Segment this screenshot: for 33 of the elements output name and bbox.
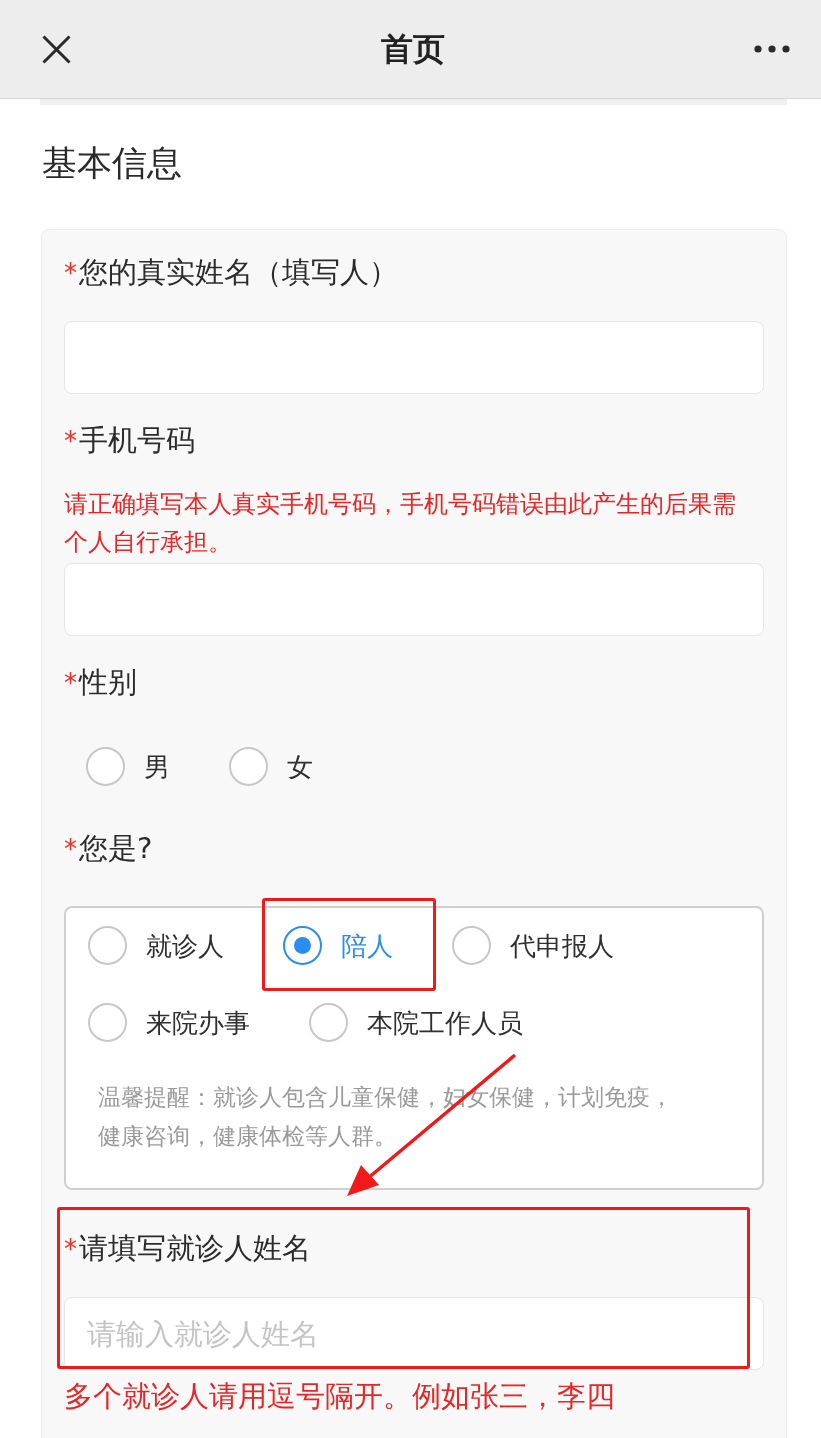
more-icon[interactable] [754,45,790,53]
radio-button[interactable] [88,926,127,965]
radio-button[interactable] [309,1003,348,1042]
text-input[interactable]: 请输入就诊人姓名 [64,1297,764,1370]
radio-button[interactable] [452,926,491,965]
option-label: 男 [144,750,170,784]
required-mark: * [64,425,77,458]
option-label: 代申报人 [510,929,614,963]
field-label: 手机号码 [79,422,195,459]
radio-button[interactable] [229,747,268,786]
text-input[interactable] [64,321,764,394]
field-label: 您的真实姓名（填写人） [79,254,398,291]
field-hint: 多个就诊人请用逗号隔开。例如张三，李四 [64,1378,616,1415]
option-label: 来院办事 [146,1006,250,1040]
radio-button[interactable] [86,747,125,786]
section-title: 基本信息 [42,142,182,185]
required-mark: * [64,833,77,866]
option-label: 就诊人 [146,929,224,963]
option-label: 陪人 [341,929,393,963]
field-label: 请填写就诊人姓名 [79,1230,311,1267]
required-mark: * [64,1233,77,1266]
radio-button[interactable] [283,926,322,965]
text-input[interactable] [64,563,764,636]
field-label: 您是? [79,830,153,867]
close-icon[interactable] [42,34,71,64]
field-label: 性别 [79,664,137,701]
field-note: 请正确填写本人真实手机号码，手机号码错误由此产生的后果需个人自行承担。 [64,489,737,558]
page-title: 首页 [380,29,445,69]
option-label: 女 [287,750,313,784]
required-mark: * [64,257,77,290]
option-label: 本院工作人员 [367,1006,523,1040]
radio-button[interactable] [88,1003,127,1042]
required-mark: * [64,667,77,700]
